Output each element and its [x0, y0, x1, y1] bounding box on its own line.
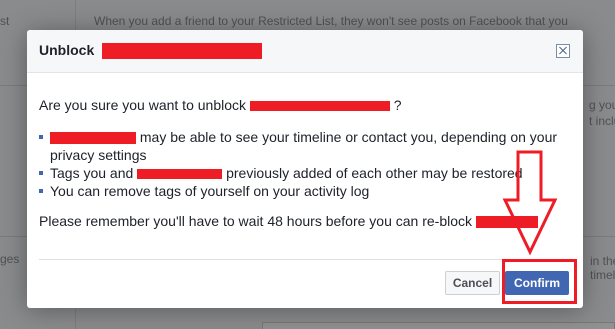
list-item-prefix: Tags you and — [50, 165, 134, 181]
confirm-question: Are you sure you want to unblock ? — [39, 96, 571, 114]
consequence-list: may be able to see your timeline or cont… — [39, 128, 571, 200]
dialog-title-text: Unblock — [39, 42, 95, 58]
list-item: You can remove tags of yourself on your … — [39, 182, 571, 200]
dialog-header: Unblock — [27, 30, 583, 73]
note-text: Please remember you'll have to wait 48 h… — [39, 213, 473, 229]
footer-divider — [39, 259, 571, 260]
dialog-title: Unblock — [39, 42, 263, 60]
redaction-bar — [50, 132, 136, 145]
reblock-note: Please remember you'll have to wait 48 h… — [39, 212, 571, 230]
redaction-bar — [137, 169, 223, 180]
highlight-box — [502, 259, 577, 304]
background-text: g you, — [589, 98, 615, 112]
background-text: ges — [0, 252, 20, 266]
cancel-button[interactable]: Cancel — [445, 271, 500, 295]
list-item: may be able to see your timeline or cont… — [39, 128, 571, 164]
dialog-body: Are you sure you want to unblock ? may b… — [39, 96, 571, 230]
list-item: Tags you and previously added of each ot… — [39, 164, 571, 182]
unblock-dialog: Unblock Are you sure you want to unblock… — [27, 30, 583, 308]
redaction-bar — [249, 101, 390, 112]
background-text: st — [0, 14, 10, 28]
background-input — [262, 322, 615, 329]
background-text: When you add a friend to your Restricted… — [94, 14, 568, 28]
background-text: t inclu — [589, 114, 615, 128]
note-suffix: . — [541, 213, 546, 229]
redaction-bar — [475, 216, 538, 229]
list-item-text: You can remove tags of yourself on your … — [50, 183, 370, 199]
list-item-text: previously added of each other may be re… — [226, 165, 523, 181]
background-text: in the — [590, 254, 615, 268]
background-text: timeli — [590, 268, 615, 282]
close-icon[interactable] — [556, 44, 570, 58]
question-text: Are you sure you want to unblock — [39, 97, 247, 113]
redaction-bar — [102, 43, 263, 60]
question-suffix: ? — [393, 97, 402, 113]
